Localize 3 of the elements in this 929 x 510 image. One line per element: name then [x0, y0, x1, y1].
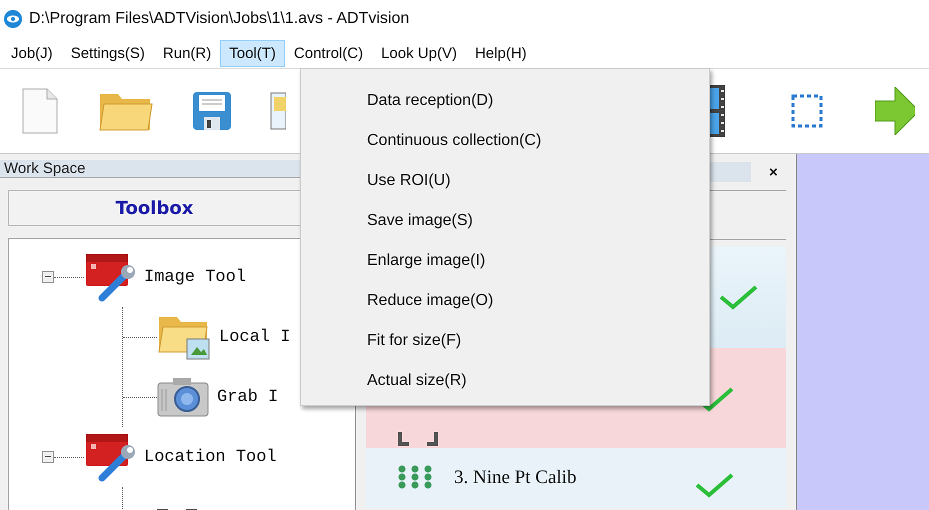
step-label: 3. Nine Pt Calib [454, 467, 576, 489]
window-title: D:\Program Files\ADTVision\Jobs\1\1.avs - ADTvision [29, 10, 410, 28]
panel-title: Work Space [4, 160, 86, 177]
